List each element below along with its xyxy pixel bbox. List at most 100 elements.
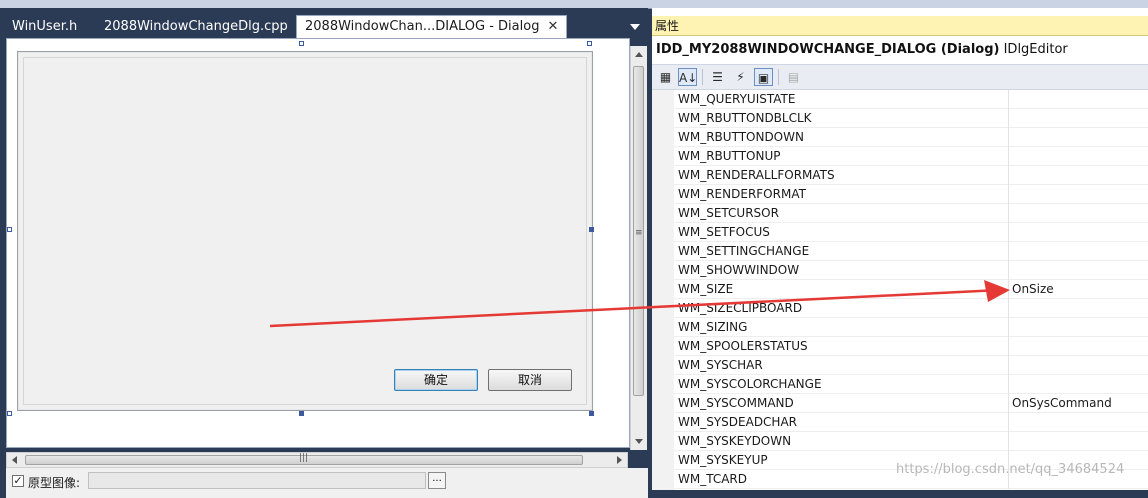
tab-dlg-cpp[interactable]: 2088WindowChangeDlg.cpp <box>96 16 296 38</box>
message-row[interactable]: WM_QUERYUISTATE <box>674 90 1148 109</box>
selected-object-header[interactable]: IDD_MY2088WINDOWCHANGE_DIALOG (Dialog) I… <box>652 38 1148 62</box>
categorized-icon[interactable]: ▦ <box>656 68 675 86</box>
resize-handle-right[interactable] <box>589 227 594 232</box>
scroll-down-icon[interactable] <box>635 439 643 444</box>
watermark: https://blog.csdn.net/qq_34684524 <box>896 462 1125 477</box>
message-row[interactable]: WM_RBUTTONDBLCLK <box>674 109 1148 128</box>
column-divider <box>1008 242 1009 261</box>
message-row[interactable]: WM_SETTINGCHANGE <box>674 242 1148 261</box>
dialog-form[interactable]: 确定 取消 <box>17 51 593 411</box>
scroll-left-icon[interactable] <box>12 456 17 464</box>
column-divider <box>1008 413 1009 432</box>
column-divider <box>1008 147 1009 166</box>
resize-handle-top-right[interactable] <box>587 41 592 46</box>
message-row[interactable]: WM_RBUTTONUP <box>674 147 1148 166</box>
scroll-up-icon[interactable] <box>635 52 643 57</box>
horizontal-scrollbar[interactable]: ||| <box>6 452 628 468</box>
tab-dialog-resource[interactable]: 2088WindowChan...DIALOG - Dialog ✕ <box>296 15 568 39</box>
message-row[interactable]: WM_SETFOCUS <box>674 223 1148 242</box>
design-surface[interactable]: 确定 取消 <box>6 38 630 448</box>
handler-value[interactable]: OnSize <box>1012 280 1054 299</box>
prototype-image-label: 原型图像: <box>28 476 81 490</box>
column-divider <box>1008 166 1009 185</box>
browse-button[interactable]: ... <box>428 472 446 489</box>
message-name: WM_SPOOLERSTATUS <box>678 339 808 353</box>
cancel-button[interactable]: 取消 <box>488 369 572 391</box>
column-divider <box>1008 185 1009 204</box>
message-row[interactable]: WM_SYSKEYDOWN <box>674 432 1148 451</box>
column-divider <box>1008 375 1009 394</box>
dialog-editor-bottom-bar: ✓ 原型图像: ... <box>6 468 648 498</box>
message-name: WM_RBUTTONDBLCLK <box>678 111 812 125</box>
message-row[interactable]: WM_SPOOLERSTATUS <box>674 337 1148 356</box>
toolbar-separator <box>778 69 779 85</box>
message-name: WM_RBUTTONUP <box>678 149 781 163</box>
ok-button[interactable]: 确定 <box>394 369 478 391</box>
properties-icon[interactable]: ☰ <box>708 68 727 86</box>
grip-icon: ≡ <box>635 228 643 238</box>
resize-handle-bottom-left[interactable] <box>7 411 12 416</box>
tab-label: 2088WindowChangeDlg.cpp <box>104 19 288 34</box>
message-row[interactable]: WM_SYSCOMMAND OnSysCommand <box>674 394 1148 413</box>
column-divider <box>1008 261 1009 280</box>
message-name: WM_RBUTTONDOWN <box>678 130 804 144</box>
properties-pane: 属性 IDD_MY2088WINDOWCHANGE_DIALOG (Dialog… <box>652 8 1148 490</box>
message-name: WM_RENDERFORMAT <box>678 187 806 201</box>
message-row[interactable]: WM_SIZECLIPBOARD <box>674 299 1148 318</box>
resize-handle-bottom[interactable] <box>299 411 304 416</box>
close-icon[interactable]: ✕ <box>547 16 558 38</box>
dialog-client-area <box>23 57 587 405</box>
column-divider <box>1008 204 1009 223</box>
scroll-right-icon[interactable] <box>617 456 622 464</box>
message-name: WM_SETCURSOR <box>678 206 779 220</box>
column-divider <box>1008 90 1009 109</box>
message-row[interactable]: WM_SYSCOLORCHANGE <box>674 375 1148 394</box>
tab-list-chevron-down-icon[interactable] <box>630 24 640 30</box>
message-name: WM_SETFOCUS <box>678 225 770 239</box>
overrides-icon: ▤ <box>787 70 800 84</box>
resize-handle-left[interactable] <box>7 227 12 232</box>
message-name: WM_SYSDEADCHAR <box>678 415 798 429</box>
prototype-image-checkbox[interactable]: ✓ <box>12 475 24 487</box>
message-name: WM_SYSCOMMAND <box>678 396 794 410</box>
tab-winuser-h[interactable]: WinUser.h <box>4 16 85 38</box>
message-name: WM_SIZING <box>678 320 748 334</box>
resize-handle-bottom-right[interactable] <box>589 411 594 416</box>
message-name: WM_SYSKEYDOWN <box>678 434 792 448</box>
message-row[interactable]: WM_SETCURSOR <box>674 204 1148 223</box>
column-divider <box>1008 432 1009 451</box>
resize-handle-top[interactable] <box>299 41 304 46</box>
object-type: IDlgEditor <box>1003 42 1068 57</box>
column-divider <box>1008 223 1009 242</box>
message-name: WM_SIZECLIPBOARD <box>678 301 803 315</box>
message-name: WM_SYSCHAR <box>678 358 763 372</box>
message-name: WM_SYSCOLORCHANGE <box>678 377 822 391</box>
column-divider <box>1008 128 1009 147</box>
message-row[interactable]: WM_RENDERFORMAT <box>674 185 1148 204</box>
grip-icon: ||| <box>299 453 309 463</box>
message-row[interactable]: WM_RENDERALLFORMATS <box>674 166 1148 185</box>
message-row[interactable]: WM_RBUTTONDOWN <box>674 128 1148 147</box>
message-name: WM_RENDERALLFORMATS <box>678 168 835 182</box>
prototype-image-path-field[interactable] <box>88 472 426 489</box>
message-row[interactable]: WM_SHOWWINDOW <box>674 261 1148 280</box>
column-divider <box>1008 280 1009 299</box>
tab-label: 2088WindowChan...DIALOG - Dialog <box>305 19 540 34</box>
message-name: WM_SHOWWINDOW <box>678 263 800 277</box>
message-name: WM_SETTINGCHANGE <box>678 244 810 258</box>
toolbar-separator <box>702 69 703 85</box>
vertical-scrollbar[interactable]: ≡ <box>630 46 647 450</box>
message-name: WM_SYSKEYUP <box>678 453 768 467</box>
message-row[interactable]: WM_SYSCHAR <box>674 356 1148 375</box>
handler-value[interactable]: OnSysCommand <box>1012 394 1112 413</box>
message-row[interactable]: WM_SIZING <box>674 318 1148 337</box>
column-divider <box>1008 394 1009 413</box>
messages-icon[interactable]: ▣ <box>754 68 773 86</box>
tab-label: WinUser.h <box>12 19 78 34</box>
message-name: WM_SIZE <box>678 282 734 296</box>
events-icon[interactable]: ⚡ <box>731 68 750 86</box>
message-row[interactable]: WM_SYSDEADCHAR <box>674 413 1148 432</box>
grid-gutter <box>652 90 674 490</box>
alphabetical-icon[interactable]: A↓ <box>678 68 697 86</box>
message-row[interactable]: WM_SIZE OnSize <box>674 280 1148 299</box>
